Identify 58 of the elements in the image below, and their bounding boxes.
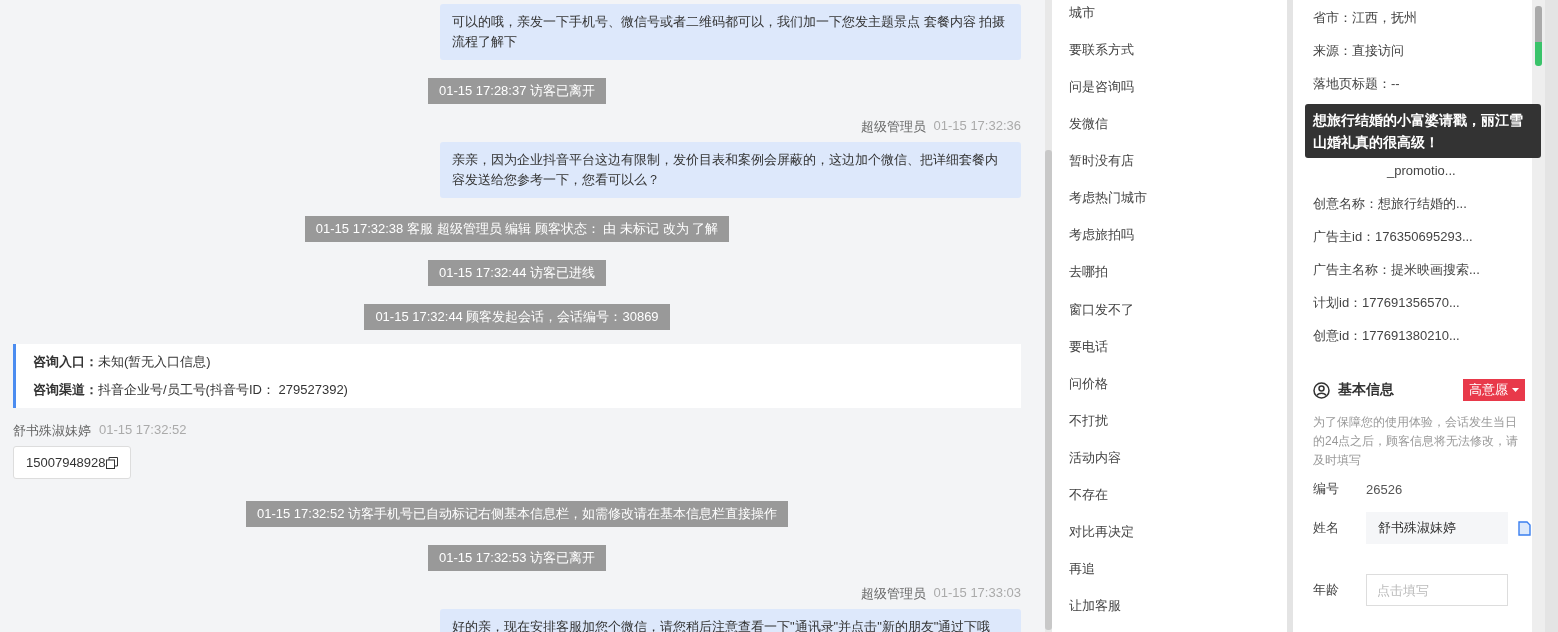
quick-reply-item[interactable]: 窗口发不了 <box>1069 301 1134 317</box>
quick-reply-item[interactable]: 暂时没有店 <box>1069 153 1134 169</box>
info-row: 创意id：177691380210... <box>1313 328 1460 343</box>
sender-name: 超级管理员 <box>860 585 926 603</box>
quick-reply-item[interactable]: 考虑旅拍吗 <box>1069 227 1134 243</box>
info-row: 广告主id：176350695293... <box>1313 229 1473 244</box>
quick-reply-item[interactable]: 让加客服 <box>1069 598 1121 613</box>
quick-reply-item[interactable]: 对比再决定 <box>1069 523 1134 539</box>
info-row: _promotio... <box>1387 163 1456 178</box>
user-icon <box>1313 381 1330 399</box>
quick-reply-item[interactable]: 城市 <box>1069 5 1095 20</box>
quick-reply-item[interactable]: 问价格 <box>1069 375 1108 391</box>
quick-reply-item[interactable]: 不存在 <box>1069 486 1108 502</box>
info-row: 计划id：177691356570... <box>1313 295 1460 310</box>
quick-reply-item[interactable]: 要联系方式 <box>1069 42 1134 58</box>
entry-line: 咨询渠道：抖音企业号/员工号(抖音号ID： 279527392) <box>33 381 349 399</box>
message-bubble: 可以的哦，亲发一下手机号、微信号或者二维码都可以，我们加一下您发主题景点 套餐内容 拍摄流程了解下 <box>440 4 1021 60</box>
intent-dropdown[interactable]: 高意愿 <box>1463 379 1525 401</box>
info-row: 来源：直接访问 <box>1313 43 1404 58</box>
caret-icon <box>1512 388 1519 392</box>
copy-icon[interactable] <box>105 456 118 469</box>
quick-reply-item[interactable]: 问是咨询吗 <box>1069 79 1134 95</box>
field-label: 编号 <box>1313 480 1340 498</box>
system-notice: 01-15 17:32:44 访客已进线 <box>427 260 607 286</box>
field-label: 年龄 <box>1313 581 1340 599</box>
info-row: 广告主名称：提米映画搜索... <box>1313 262 1480 277</box>
system-notice: 01-15 17:32:44 顾客发起会话，会话编号：30869 <box>364 304 670 330</box>
entry-line: 咨询入口：未知(暂无入口信息) <box>33 353 212 371</box>
system-notice: 01-15 17:32:53 访客已离开 <box>427 545 607 571</box>
quick-reply-item[interactable]: 要电话 <box>1069 338 1108 354</box>
scrollbar-thumb[interactable] <box>1045 150 1052 630</box>
field-value: 26526 <box>1366 481 1403 497</box>
system-notice: 01-15 17:32:52 访客手机号已自动标记右侧基本信息栏，如需修改请在基本信息栏直接操作 <box>245 501 789 527</box>
message-time: 01-15 17:32:52 <box>99 422 187 439</box>
section-title: 基本信息 <box>1338 381 1395 399</box>
name-field[interactable]: 舒书殊淑妹婷 <box>1366 512 1508 544</box>
scrollbar-thumb[interactable] <box>1535 6 1542 66</box>
age-field[interactable]: 点击填写 <box>1366 574 1508 606</box>
quick-reply-item[interactable]: 再追 <box>1069 560 1095 576</box>
quick-reply-item[interactable]: 不打扰 <box>1069 412 1108 428</box>
notice-text: 为了保障您的使用体验，会话发生当日的24点之后，顾客信息将无法修改，请及时填写 <box>1313 414 1520 469</box>
quick-reply-item[interactable]: 考虑热门城市 <box>1069 190 1147 206</box>
info-row: 落地页标题：-- <box>1313 76 1400 91</box>
system-notice: 01-15 17:28:37 访客已离开 <box>427 78 607 104</box>
message-time: 01-15 17:33:03 <box>933 585 1021 602</box>
quick-reply-item[interactable]: 去哪拍 <box>1069 264 1108 280</box>
quick-reply-item[interactable]: 活动内容 <box>1069 449 1121 465</box>
message-bubble: 亲亲，因为企业抖音平台这边有限制，发价目表和案例会屏蔽的，这边加个微信、把详细套餐内容发送给您参考一下，您看可以么？ <box>440 142 1021 198</box>
tooltip: 想旅行结婚的小富婆请戳，丽江雪山婚礼真的很高级！ <box>1305 104 1541 158</box>
info-row: 省市：江西，抚州 <box>1313 10 1417 25</box>
info-row: 创意名称：想旅行结婚的... <box>1313 196 1467 211</box>
message-time: 01-15 17:32:36 <box>933 118 1021 135</box>
sender-name: 舒书殊淑妹婷 <box>13 422 91 440</box>
quick-reply-item[interactable]: 发微信 <box>1069 116 1108 132</box>
system-notice: 01-15 17:32:38 客服 超级管理员 编辑 顾客状态： 由 未标记 改为 了解 <box>304 216 730 242</box>
field-label: 姓名 <box>1313 519 1340 537</box>
sender-name: 超级管理员 <box>860 118 926 136</box>
message-bubble: 15007948928 <box>13 446 131 479</box>
